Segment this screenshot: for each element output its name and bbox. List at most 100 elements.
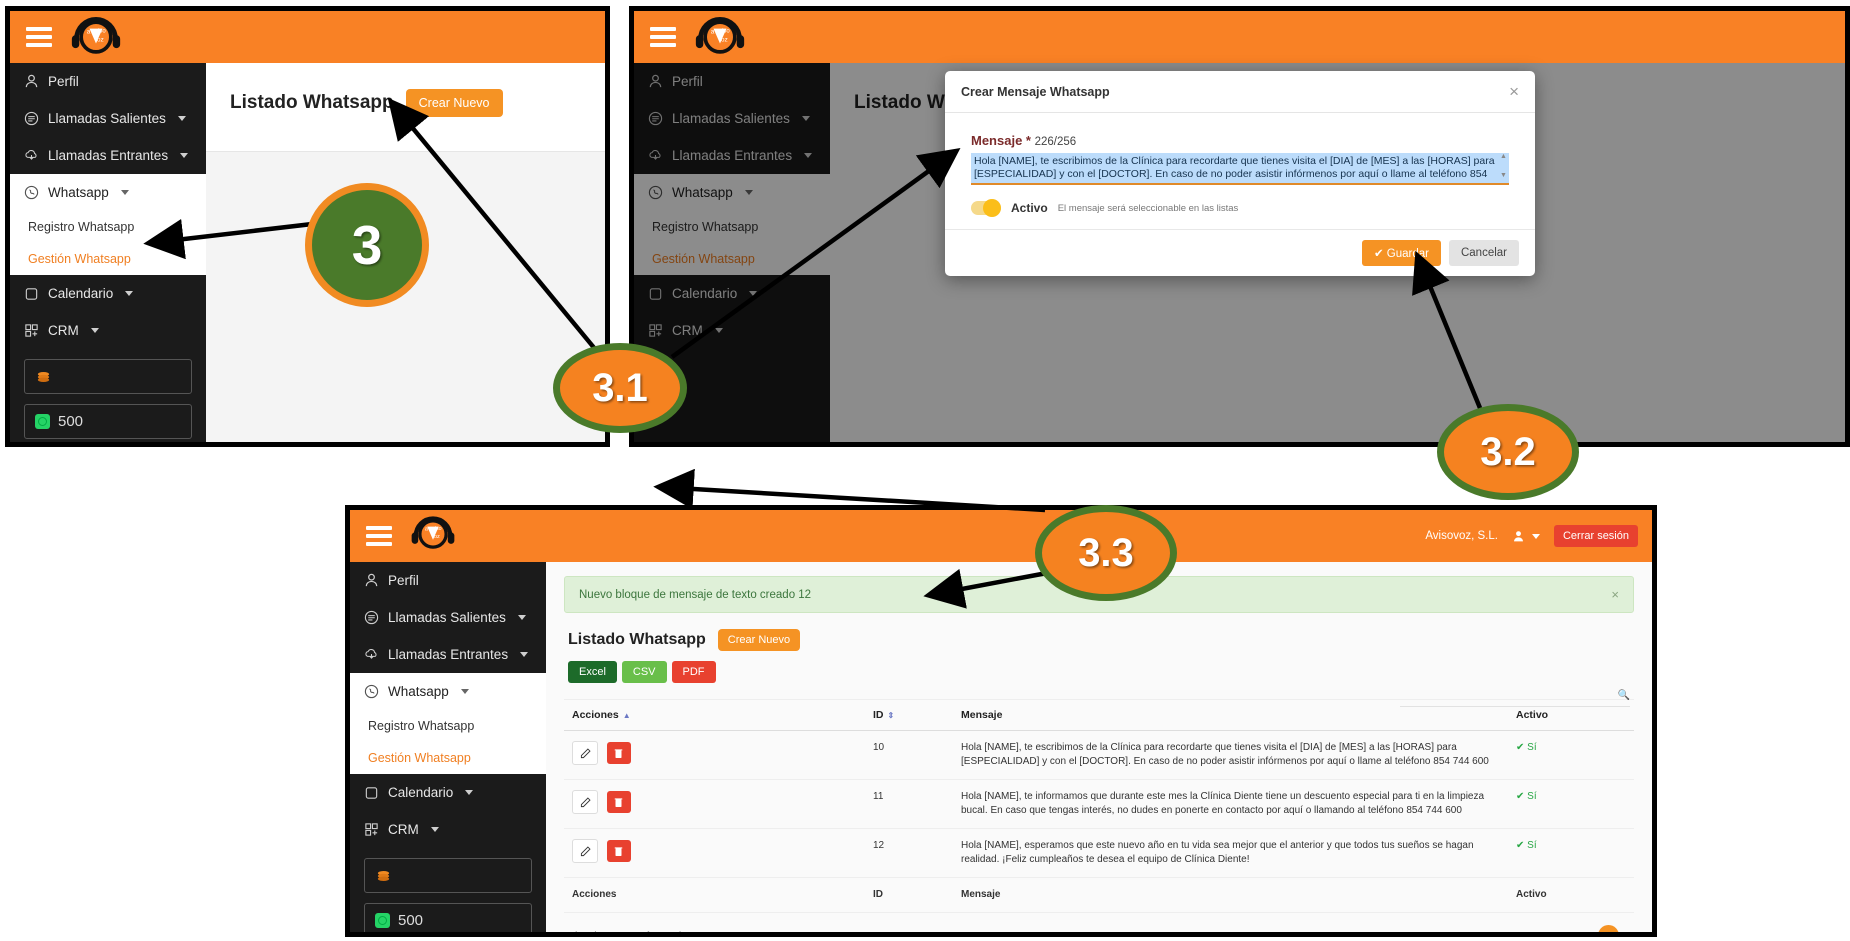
whatsapp-badge-icon: [35, 414, 50, 429]
chevron-down-icon: [90, 328, 99, 333]
avisovoz-logo-icon: a viso oz: [70, 15, 122, 59]
sidebar-item-calendario[interactable]: Calendario: [350, 774, 546, 811]
delete-icon[interactable]: [606, 840, 631, 862]
chevron-down-icon: [120, 190, 129, 195]
whatsapp-icon: [24, 185, 39, 200]
credit-coins: [364, 858, 532, 893]
menu-toggle-icon[interactable]: [650, 27, 676, 47]
calendar-icon: [25, 288, 38, 300]
credit-whatsapp-value: 500: [398, 912, 424, 929]
chevron-down-icon: [430, 827, 439, 832]
credit-whatsapp: 500: [364, 903, 532, 932]
avisovoz-logo-icon: a viso oz: [410, 514, 462, 558]
sort-icon: ⇕: [887, 711, 895, 720]
search-input[interactable]: 🔍: [1400, 690, 1630, 707]
page-header: Listado Whatsapp Crear Nuevo: [206, 63, 605, 117]
sidebar-item-perfil[interactable]: Perfil: [10, 63, 206, 100]
mensaje-field-label: Mensaje * 226/256: [971, 133, 1509, 148]
cloud-download-icon: [25, 150, 37, 160]
menu-toggle-icon[interactable]: [366, 526, 392, 546]
column-header-id[interactable]: ID ⇕: [865, 699, 953, 731]
edit-icon[interactable]: [572, 741, 598, 765]
delete-icon[interactable]: [606, 791, 631, 813]
textarea-resize-handle[interactable]: ▲ ▼: [1499, 153, 1508, 179]
create-new-button[interactable]: Crear Nuevo: [405, 89, 503, 117]
cell-id: 11: [865, 779, 953, 829]
credits-section: 500: [350, 848, 546, 932]
cell-id: 12: [865, 828, 953, 878]
table-row: 10 Hola [NAME], te escribimos de la Clín…: [564, 730, 1634, 780]
sidebar-item-label: Llamadas Entrantes: [388, 647, 509, 662]
sidebar-item-calendario[interactable]: Calendario: [10, 275, 206, 312]
svg-text:oz: oz: [434, 534, 440, 540]
sidebar-item-llamadas-entrantes[interactable]: Llamadas Entrantes: [350, 636, 546, 673]
cancel-button[interactable]: Cancelar: [1448, 240, 1519, 266]
sidebar-item-llamadas-entrantes[interactable]: Llamadas Entrantes: [10, 137, 206, 174]
svg-text:a: a: [711, 28, 715, 35]
edit-icon[interactable]: [572, 839, 598, 863]
mensaje-textarea[interactable]: Hola [NAME], te escribimos de la Clínica…: [971, 153, 1509, 183]
close-icon[interactable]: ×: [1509, 83, 1519, 100]
sidebar-item-label: Calendario: [388, 785, 454, 800]
cell-mensaje: Hola [NAME], te escribimos de la Clínica…: [953, 730, 1508, 780]
activo-toggle-row: Activo El mensaje será seleccionable en …: [971, 199, 1509, 217]
menu-toggle-icon[interactable]: [26, 27, 52, 47]
sidebar-item-label: Perfil: [48, 74, 79, 89]
page-1-button[interactable]: 1: [1598, 925, 1619, 932]
logout-button[interactable]: Cerrar sesión: [1553, 525, 1638, 547]
sidebar-item-crm[interactable]: CRM: [10, 312, 206, 349]
panel-step3-3: a viso oz Avisovoz, S.L. Cerrar sesión P…: [345, 505, 1657, 937]
edit-icon[interactable]: [572, 790, 598, 814]
sidebar-item-gestion-whatsapp[interactable]: Gestión Whatsapp: [350, 742, 546, 774]
page-header: Listado Whatsapp Crear Nuevo: [546, 613, 1652, 651]
cell-mensaje: Hola [NAME], te informamos que durante e…: [953, 779, 1508, 829]
sidebar-item-perfil[interactable]: Perfil: [350, 562, 546, 599]
top-navbar: a viso oz Avisovoz, S.L. Cerrar sesión: [350, 510, 1652, 562]
sidebar-item-label: Llamadas Salientes: [388, 610, 506, 625]
create-new-button[interactable]: Crear Nuevo: [717, 629, 801, 651]
modal-title: Crear Mensaje Whatsapp: [961, 84, 1110, 99]
list-icon: [24, 111, 39, 126]
callout-label: 3.1: [592, 365, 648, 410]
sidebar-subitem-label: Registro Whatsapp: [368, 719, 475, 733]
next-page-icon[interactable]: ›: [1626, 929, 1630, 933]
activo-label: Activo: [1011, 201, 1048, 215]
activo-toggle[interactable]: [971, 199, 1001, 217]
column-header-acciones[interactable]: Acciones ▲: [564, 699, 865, 731]
sidebar-item-gestion-whatsapp[interactable]: Gestión Whatsapp: [10, 243, 206, 275]
sidebar-item-registro-whatsapp[interactable]: Registro Whatsapp: [350, 710, 546, 742]
export-csv-button[interactable]: CSV: [621, 661, 667, 683]
cell-acciones: [564, 828, 865, 878]
table-footer-bar: Showing 1 to 3 of 3 entries ‹ 1 ›: [546, 913, 1652, 933]
modal-body: Mensaje * 226/256 Hola [NAME], te escrib…: [945, 113, 1535, 229]
prev-page-icon[interactable]: ‹: [1587, 929, 1591, 933]
chevron-down-icon: [1531, 533, 1540, 539]
cloud-download-icon: [365, 649, 377, 659]
chevron-down-icon: [180, 153, 189, 158]
close-icon[interactable]: ×: [1611, 587, 1619, 602]
sidebar-item-label: Llamadas Salientes: [48, 111, 166, 126]
sidebar-item-registro-whatsapp[interactable]: Registro Whatsapp: [10, 211, 206, 243]
create-whatsapp-message-modal: Crear Mensaje Whatsapp × Mensaje * 226/2…: [945, 71, 1535, 276]
sidebar-item-llamadas-salientes[interactable]: Llamadas Salientes: [10, 100, 206, 137]
sidebar-item-label: Whatsapp: [48, 185, 109, 200]
sidebar-item-crm[interactable]: CRM: [350, 811, 546, 848]
svg-text:a: a: [87, 28, 91, 35]
sidebar-subitem-label: Gestión Whatsapp: [28, 252, 131, 266]
footer-id: ID: [865, 877, 953, 913]
save-button[interactable]: ✔ Guardar: [1361, 240, 1441, 266]
cell-acciones: [564, 779, 865, 829]
export-pdf-button[interactable]: PDF: [671, 661, 716, 683]
user-menu[interactable]: [1512, 530, 1540, 543]
cell-activo: ✔ Sí: [1508, 779, 1634, 829]
sidebar-item-whatsapp[interactable]: Whatsapp: [10, 174, 206, 211]
export-excel-button[interactable]: Excel: [568, 661, 617, 683]
delete-icon[interactable]: [606, 742, 631, 764]
cell-id: 10: [865, 730, 953, 780]
callout-step-3-3: 3.3: [1035, 505, 1177, 601]
sidebar-item-llamadas-salientes[interactable]: Llamadas Salientes: [350, 599, 546, 636]
sidebar-item-label: CRM: [48, 323, 79, 338]
chevron-down-icon: [465, 790, 474, 795]
table-row: 12 Hola [NAME], esperamos que este nuevo…: [564, 828, 1634, 878]
sidebar-item-whatsapp[interactable]: Whatsapp: [350, 673, 546, 710]
